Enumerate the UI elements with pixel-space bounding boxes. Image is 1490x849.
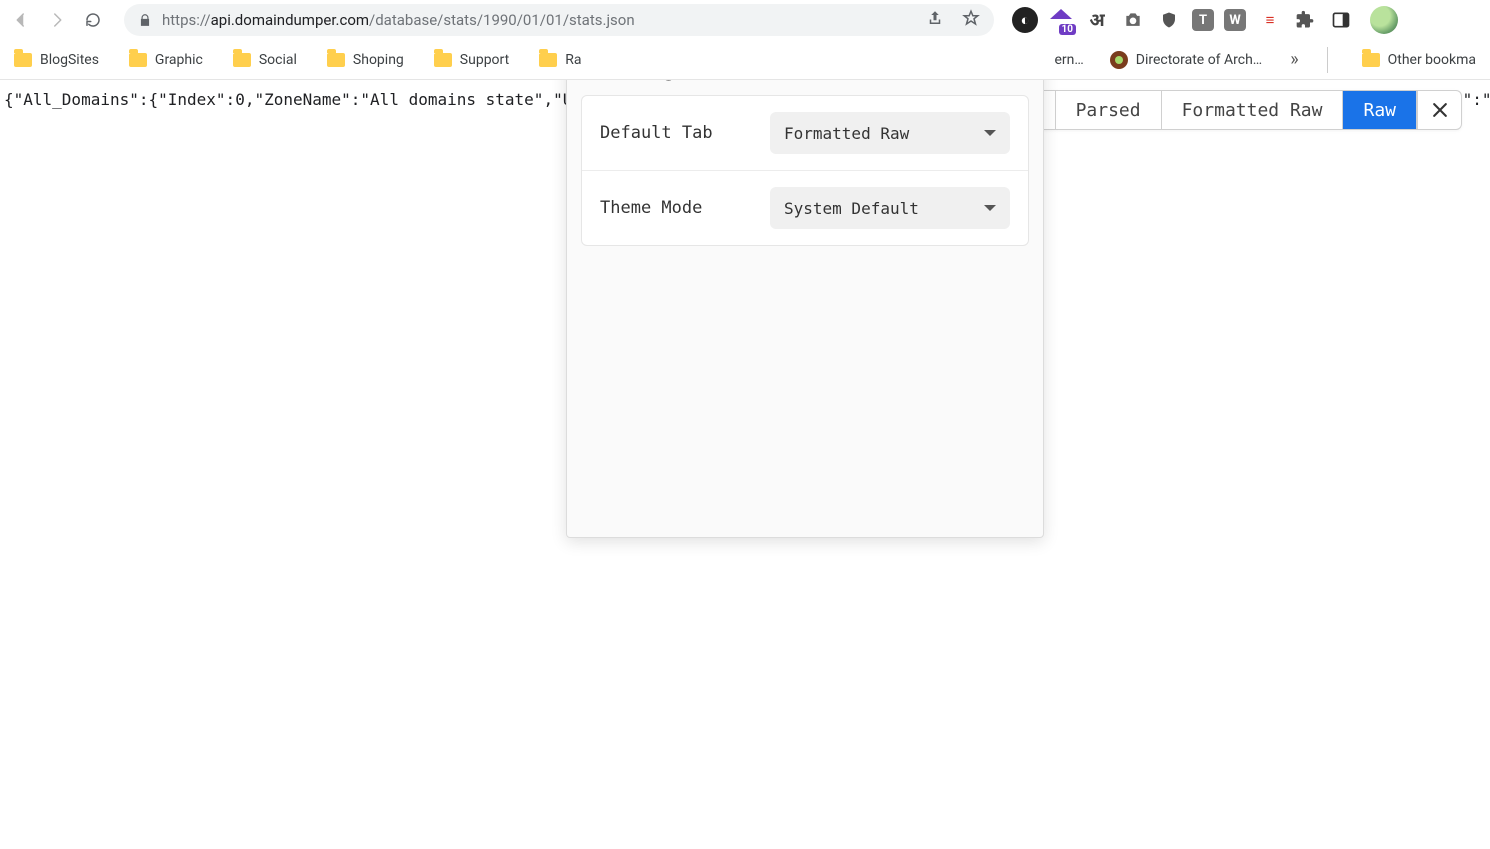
back-button[interactable] <box>6 5 36 35</box>
bookmark-folder[interactable]: Social <box>227 48 303 72</box>
bookmark-folder[interactable]: Shoping <box>321 48 410 72</box>
setting-label: Default Tab <box>600 123 713 143</box>
setting-row-default-tab: Default Tab Formatted Raw <box>582 96 1028 171</box>
forward-button[interactable] <box>42 5 72 35</box>
extension-t-icon[interactable]: T <box>1192 9 1214 31</box>
folder-icon <box>539 53 557 67</box>
settings-title: Settings <box>567 80 1043 95</box>
close-viewer-button[interactable] <box>1417 91 1461 129</box>
share-icon[interactable] <box>926 9 944 31</box>
tab-formatted-raw[interactable]: Formatted Raw <box>1162 91 1344 129</box>
bookmark-folder[interactable]: Graphic <box>123 48 209 72</box>
url-text: https://api.domaindumper.com/database/st… <box>162 11 635 29</box>
folder-icon <box>129 53 147 67</box>
json-viewer-tabs: Parsed Formatted Raw Raw <box>1011 90 1462 130</box>
star-icon[interactable] <box>962 9 980 31</box>
extension-scholar-icon[interactable]: 10 <box>1048 7 1074 33</box>
other-bookmarks-folder[interactable]: Other bookma <box>1356 48 1482 72</box>
extensions-button[interactable] <box>1292 7 1318 33</box>
select-value: System Default <box>784 199 919 218</box>
chevron-down-icon <box>984 130 996 136</box>
page-content: {"All_Domains":{"Index":0,"ZoneName":"Al… <box>0 80 1490 849</box>
bookmark-folder[interactable]: BlogSites <box>8 48 105 72</box>
extension-w-icon[interactable]: W <box>1224 9 1246 31</box>
raw-json-text: {"All_Domains":{"Index":0,"ZoneName":"Al… <box>4 90 621 109</box>
side-panel-button[interactable] <box>1328 7 1354 33</box>
extension-camera-icon[interactable] <box>1120 7 1146 33</box>
bookmark-site[interactable]: Directorate of Arch… <box>1104 47 1268 73</box>
bookmarks-overflow-icon[interactable]: » <box>1290 51 1298 69</box>
bookmark-folder[interactable]: Support <box>428 48 515 72</box>
theme-mode-select[interactable]: System Default <box>770 187 1010 229</box>
setting-row-theme-mode: Theme Mode System Default <box>582 171 1028 245</box>
browser-toolbar: https://api.domaindumper.com/database/st… <box>0 0 1490 40</box>
tab-parsed[interactable]: Parsed <box>1056 91 1162 129</box>
extension-ublock-icon[interactable] <box>1156 7 1182 33</box>
extension-devanagari-icon[interactable]: अ <box>1084 7 1110 33</box>
setting-label: Theme Mode <box>600 198 702 218</box>
folder-icon <box>1362 53 1380 67</box>
site-favicon <box>1110 51 1128 69</box>
default-tab-select[interactable]: Formatted Raw <box>770 112 1010 154</box>
bookmark-folder[interactable]: Ra <box>533 48 587 72</box>
bookmarks-bar: BlogSites Graphic Social Shoping Support… <box>0 40 1490 80</box>
extension-equals-icon[interactable]: ≡ <box>1256 7 1282 33</box>
extension-row: ◐ 10 अ T W ≡ <box>1012 6 1398 34</box>
profile-avatar[interactable] <box>1370 6 1398 34</box>
bookmark-partial-label[interactable]: ernet <box>1055 52 1086 68</box>
folder-icon <box>434 53 452 67</box>
chevron-down-icon <box>984 205 996 211</box>
scholar-badge: 10 <box>1059 24 1076 35</box>
settings-popup: Settings Default Tab Formatted Raw Theme… <box>566 80 1044 538</box>
address-bar[interactable]: https://api.domaindumper.com/database/st… <box>124 4 994 36</box>
reload-button[interactable] <box>78 5 108 35</box>
folder-icon <box>14 53 32 67</box>
tab-raw[interactable]: Raw <box>1343 91 1417 129</box>
lock-icon <box>138 13 152 27</box>
select-value: Formatted Raw <box>784 124 909 143</box>
folder-icon <box>233 53 251 67</box>
settings-card: Default Tab Formatted Raw Theme Mode Sys… <box>581 95 1029 246</box>
extension-icon-1[interactable]: ◐ <box>1012 7 1038 33</box>
separator <box>1327 47 1328 73</box>
folder-icon <box>327 53 345 67</box>
